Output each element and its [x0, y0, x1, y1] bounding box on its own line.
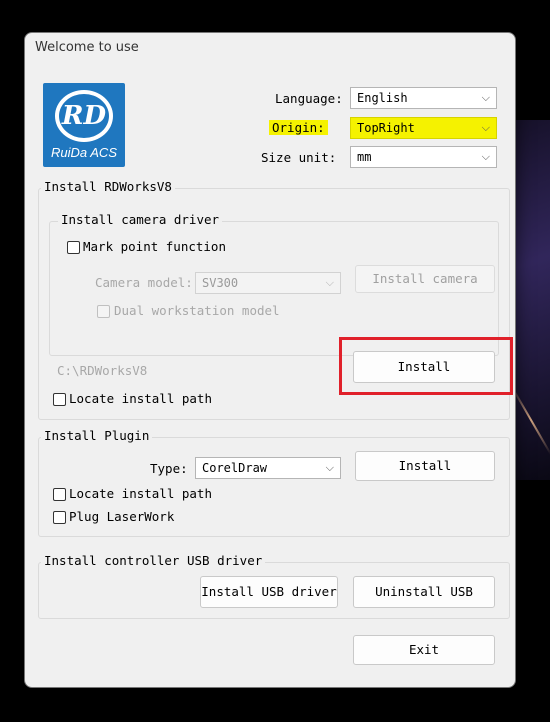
size-unit-label: Size unit:: [261, 150, 337, 165]
plugin-type-select[interactable]: CorelDraw ⌵: [195, 457, 341, 479]
camera-model-value: SV300: [202, 276, 239, 290]
origin-label: Origin:: [269, 120, 328, 135]
language-label: Language:: [275, 91, 343, 106]
size-unit-value: mm: [357, 150, 372, 164]
locate-install-path-label: Locate install path: [69, 391, 212, 406]
plug-laserwork-checkbox[interactable]: [53, 511, 66, 524]
locate-install-path-checkbox[interactable]: [53, 393, 66, 406]
dual-workstation-checkbox[interactable]: [97, 305, 110, 318]
mark-point-label: Mark point function: [83, 239, 226, 254]
ruida-logo: RD RuiDa ACS: [43, 83, 125, 167]
camera-driver-title: Install camera driver: [58, 212, 223, 227]
install-plugin-button[interactable]: Install: [355, 451, 495, 481]
chevron-down-icon: ⌵: [325, 276, 334, 289]
plugin-type-label: Type:: [150, 461, 188, 476]
annotation-red-box: [339, 337, 513, 395]
plugin-locate-path-checkbox[interactable]: [53, 488, 66, 501]
logo-mark: RD: [61, 101, 107, 131]
uninstall-usb-button[interactable]: Uninstall USB: [353, 576, 495, 608]
chevron-down-icon: ⌵: [325, 461, 334, 474]
logo-caption: RuiDa ACS: [51, 145, 117, 160]
usb-driver-title: Install controller USB driver: [41, 553, 266, 568]
origin-value: TopRight: [357, 121, 415, 135]
exit-button[interactable]: Exit: [353, 635, 495, 665]
camera-model-label: Camera model:: [95, 275, 193, 290]
install-plugin-title: Install Plugin: [41, 428, 153, 443]
mark-point-checkbox[interactable]: [67, 241, 80, 254]
language-select[interactable]: English ⌵: [350, 87, 497, 109]
plugin-locate-path-label: Locate install path: [69, 486, 212, 501]
install-rdworks-title: Install RDWorksV8: [41, 179, 175, 194]
dual-workstation-label: Dual workstation model: [114, 303, 280, 318]
camera-model-select[interactable]: SV300 ⌵: [195, 272, 341, 294]
install-usb-driver-button[interactable]: Install USB driver: [200, 576, 338, 608]
install-camera-button[interactable]: Install camera: [355, 265, 495, 293]
chevron-down-icon: ⌵: [481, 121, 490, 134]
plugin-type-value: CorelDraw: [202, 461, 268, 475]
plug-laserwork-label: Plug LaserWork: [69, 509, 175, 524]
welcome-dialog: Welcome to use RD RuiDa ACS Language: En…: [24, 32, 516, 688]
dialog-title: Welcome to use: [35, 40, 139, 55]
install-path-text: C:\RDWorksV8: [57, 363, 148, 378]
chevron-down-icon: ⌵: [481, 91, 490, 104]
origin-select[interactable]: TopRight ⌵: [350, 117, 497, 139]
language-value: English: [357, 91, 408, 105]
chevron-down-icon: ⌵: [481, 150, 490, 163]
size-unit-select[interactable]: mm ⌵: [350, 146, 497, 168]
